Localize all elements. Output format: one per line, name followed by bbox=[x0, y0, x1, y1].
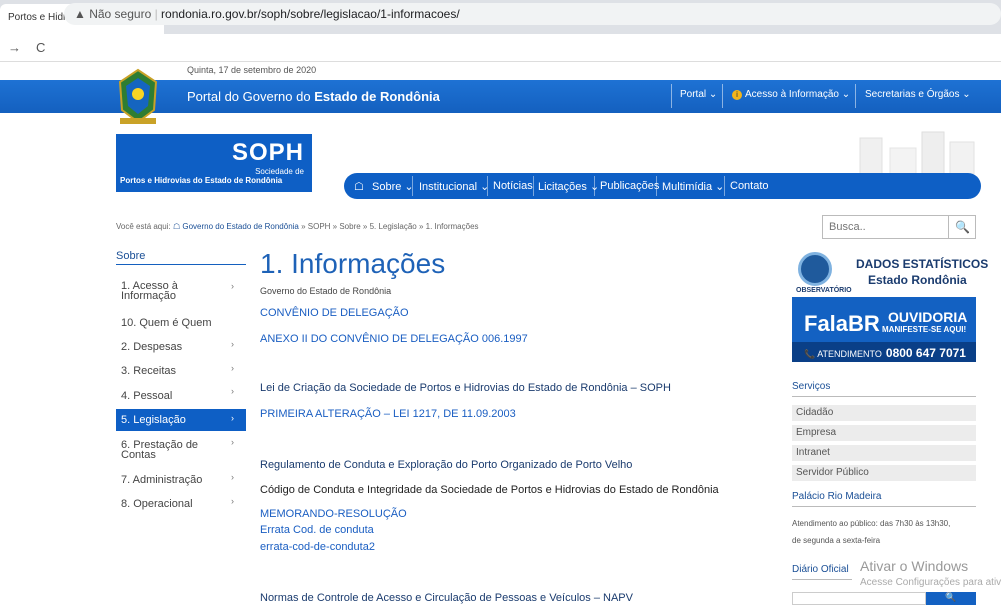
url-input[interactable]: ▲ Não seguro | rondonia.ro.gov.br/soph/s… bbox=[64, 3, 1001, 25]
falabr-banner[interactable]: FalaBR OUVIDORIA MANIFESTE-SE AQUI! 📞 AT… bbox=[792, 297, 976, 362]
sidebar-item-prestacao-contas[interactable]: 6. Prestação de Contas bbox=[121, 440, 241, 461]
servico-intranet[interactable]: Intranet bbox=[792, 445, 976, 461]
link-memorando-resolucao[interactable]: MEMORANDO-RESOLUÇÃO bbox=[260, 508, 407, 520]
link-errata-conduta[interactable]: Errata Cod. de conduta bbox=[260, 524, 374, 536]
chevron-right-icon: › bbox=[231, 496, 234, 506]
servico-empresa[interactable]: Empresa bbox=[792, 425, 976, 441]
current-date: Quinta, 17 de setembro de 2020 bbox=[187, 65, 317, 75]
divider bbox=[671, 84, 672, 108]
palacio-title: Palácio Rio Madeira bbox=[792, 491, 882, 502]
nav-sobre[interactable]: Sobre ⌄ bbox=[372, 180, 414, 193]
logo-subtitle-1: Sociedade de bbox=[255, 167, 304, 176]
divider bbox=[792, 579, 852, 580]
page-subtitle: Governo do Estado de Rondônia bbox=[260, 286, 392, 296]
divider bbox=[724, 176, 725, 196]
state-crest-logo[interactable] bbox=[116, 66, 160, 128]
nav-portal[interactable]: Portal ⌄ bbox=[680, 89, 717, 100]
security-warning: ▲ Não seguro bbox=[74, 7, 152, 21]
soph-logo[interactable]: SOPH Sociedade de Portos e Hidrovias do … bbox=[116, 134, 312, 192]
sidebar-item-pessoal[interactable]: 4. Pessoal bbox=[121, 391, 241, 402]
search-icon[interactable]: 🔍 bbox=[948, 216, 976, 238]
manifeste-label: MANIFESTE-SE AQUI! bbox=[882, 325, 967, 334]
sidebar-item-legislacao[interactable]: 5. Legislação bbox=[121, 415, 241, 426]
chevron-right-icon: › bbox=[231, 472, 234, 482]
nav-institucional[interactable]: Institucional ⌄ bbox=[419, 180, 489, 193]
divider bbox=[855, 84, 856, 108]
buildings-illustration bbox=[859, 131, 975, 174]
chevron-right-icon: › bbox=[231, 413, 234, 423]
reload-icon[interactable]: C bbox=[36, 40, 45, 55]
observatorio-logo-icon bbox=[798, 252, 832, 286]
chevron-right-icon: › bbox=[231, 437, 234, 447]
observatorio-title: DADOS ESTATÍSTICOS bbox=[856, 257, 989, 271]
heading-lei-criacao: Lei de Criação da Sociedade de Portos e … bbox=[260, 382, 671, 394]
divider bbox=[656, 176, 657, 196]
observatorio-subtitle: Estado Rondônia bbox=[868, 273, 967, 287]
link-primeira-alteracao[interactable]: PRIMEIRA ALTERAÇÃO – LEI 1217, DE 11.09.… bbox=[260, 408, 516, 420]
palacio-days: de segunda a sexta-feira bbox=[792, 536, 881, 545]
search-input[interactable] bbox=[823, 216, 948, 238]
chevron-right-icon: › bbox=[231, 339, 234, 349]
address-bar-area bbox=[0, 34, 1001, 62]
servico-servidor-publico[interactable]: Servidor Público bbox=[792, 465, 976, 481]
atendimento-bar: 📞 ATENDIMENTO 0800 647 7071 bbox=[792, 342, 976, 362]
search-box: 🔍 bbox=[822, 215, 976, 239]
breadcrumb: Você está aqui: ☖ Governo do Estado de R… bbox=[116, 222, 479, 231]
search-icon[interactable]: 🔍 bbox=[926, 592, 976, 605]
heading-normas-controle: Normas de Controle de Acesso e Circulaçã… bbox=[260, 592, 633, 604]
ouvidoria-title: OUVIDORIA bbox=[888, 309, 968, 325]
divider bbox=[722, 84, 723, 108]
nav-publicacoes[interactable]: Publicações bbox=[600, 180, 659, 192]
logo-title: SOPH bbox=[231, 139, 304, 166]
nav-acesso-informacao[interactable]: i Acesso à Informação ⌄ bbox=[732, 89, 850, 100]
page-title: 1. Informações bbox=[260, 248, 446, 279]
chevron-right-icon: › bbox=[231, 363, 234, 373]
nav-contato[interactable]: Contato bbox=[730, 180, 769, 192]
observatorio-label: OBSERVATÓRIO bbox=[796, 287, 852, 294]
divider bbox=[412, 176, 413, 196]
home-icon[interactable]: ☖ bbox=[354, 180, 364, 193]
falabr-logo: FalaBR bbox=[804, 311, 880, 336]
divider bbox=[792, 396, 976, 397]
servicos-title: Serviços bbox=[792, 381, 831, 392]
divider bbox=[533, 176, 534, 196]
windows-activation-watermark: Ativar o Windows bbox=[860, 558, 969, 574]
link-anexo-convenio[interactable]: ANEXO II DO CONVÊNIO DE DELEGAÇÃO 006.19… bbox=[260, 333, 528, 345]
chevron-right-icon: › bbox=[231, 281, 234, 291]
divider bbox=[594, 176, 595, 196]
heading-codigo-conduta: Código de Conduta e Integridade da Socie… bbox=[260, 484, 719, 496]
heading-regulamento-conduta: Regulamento de Conduta e Exploração do P… bbox=[260, 459, 633, 471]
diario-search-input[interactable] bbox=[792, 592, 926, 605]
nav-licitacoes[interactable]: Licitações ⌄ bbox=[538, 180, 599, 193]
sidebar-item-receitas[interactable]: 3. Receitas bbox=[121, 366, 241, 377]
sidebar-item-acesso-informacao[interactable]: 1. Acesso à Informação bbox=[121, 281, 241, 302]
sidebar-item-despesas[interactable]: 2. Despesas bbox=[121, 342, 241, 353]
nav-multimidia[interactable]: Multimídia ⌄ bbox=[662, 180, 724, 193]
nav-noticias[interactable]: Notícias bbox=[493, 180, 533, 192]
logo-subtitle-2: Portos e Hidrovias do Estado de Rondônia bbox=[120, 176, 283, 185]
nav-secretarias[interactable]: Secretarias e Órgãos ⌄ bbox=[865, 89, 971, 100]
link-convenio-delegacao[interactable]: CONVÊNIO DE DELEGAÇÃO bbox=[260, 307, 409, 319]
back-arrow-icon[interactable]: → bbox=[8, 40, 21, 55]
divider bbox=[487, 176, 488, 196]
divider bbox=[792, 506, 976, 507]
divider bbox=[116, 264, 246, 265]
diario-title: Diário Oficial bbox=[792, 564, 849, 575]
sidebar-item-administracao[interactable]: 7. Administração bbox=[121, 475, 241, 486]
sidebar-item-operacional[interactable]: 8. Operacional bbox=[121, 499, 241, 510]
servico-cidadao[interactable]: Cidadão bbox=[792, 405, 976, 421]
breadcrumb-home-link[interactable]: ☖ Governo do Estado de Rondônia bbox=[173, 222, 299, 231]
link-errata-conduta2[interactable]: errata-cod-de-conduta2 bbox=[260, 541, 375, 553]
palacio-hours: Atendimento ao público: das 7h30 às 13h3… bbox=[792, 519, 951, 528]
info-icon: i bbox=[732, 90, 742, 100]
portal-title[interactable]: Portal do Governo do Estado de Rondônia bbox=[187, 89, 440, 104]
sidebar-item-quem-e-quem[interactable]: 10. Quem é Quem bbox=[121, 318, 241, 329]
sidebar-title: Sobre bbox=[116, 250, 146, 262]
chevron-right-icon: › bbox=[231, 386, 234, 396]
windows-activation-hint: Acesse Configurações para ativ bbox=[860, 577, 1001, 588]
url-text: rondonia.ro.gov.br/soph/sobre/legislacao… bbox=[161, 7, 460, 21]
